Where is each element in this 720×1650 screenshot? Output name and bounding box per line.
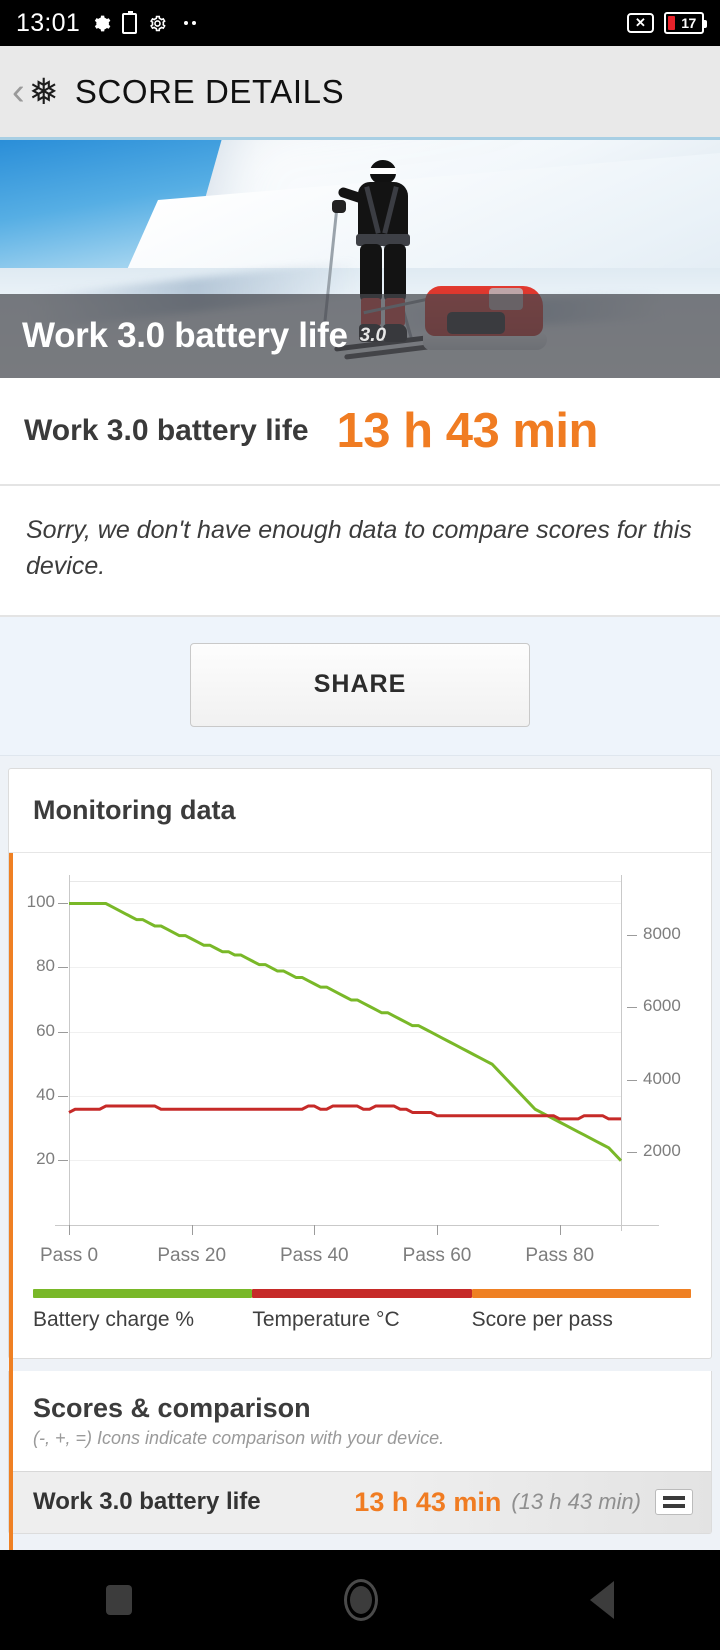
snowflake-icon: ❅	[28, 70, 59, 112]
back-button[interactable]: ‹	[8, 73, 29, 111]
legend-label-temperature: Temperature °C	[252, 1307, 400, 1331]
battery-saver-icon: +	[122, 10, 138, 34]
no-comparison-note: Sorry, we don't have enough data to comp…	[0, 486, 720, 617]
back-triangle-icon[interactable]	[590, 1581, 614, 1619]
equals-icon	[655, 1489, 693, 1515]
page-title: SCORE DETAILS	[74, 72, 345, 110]
chart-ytick-mark-right	[627, 1007, 637, 1009]
chart-ytick-left: 40	[36, 1084, 55, 1104]
monitoring-data-heading: Monitoring data	[9, 769, 711, 853]
scores-comparison-title: Scores & comparison	[33, 1392, 311, 1423]
hero-title: Work 3.0 battery life	[22, 316, 348, 355]
chart-ytick-left: 100	[26, 892, 55, 911]
chart-ytick-right: 8000	[643, 923, 681, 943]
status-bar-clock: 13:01	[16, 8, 81, 37]
status-bar: 13:01 + ✕ 17	[0, 0, 720, 46]
score-label: Work 3.0 battery life	[24, 414, 309, 447]
chart-xtick-label: Pass 20	[157, 1244, 227, 1266]
chart-gridline	[69, 1160, 621, 1162]
legend-swatch-temperature	[252, 1288, 472, 1298]
chart-axis-bottom	[55, 1224, 659, 1226]
chart-ytick-left: 60	[36, 1020, 55, 1040]
home-circle-icon[interactable]	[344, 1579, 378, 1621]
legend-item-temperature: Temperature °C	[252, 1288, 472, 1332]
legend-swatch-battery	[33, 1288, 253, 1298]
chart-ytick-right: 2000	[643, 1141, 681, 1161]
share-button[interactable]: SHARE	[190, 642, 530, 727]
chart-ytick-mark-left	[58, 1031, 68, 1033]
app-bar: ‹ ❅ SCORE DETAILS	[0, 46, 720, 140]
monitoring-data-card: Monitoring data 20 40 60 80 100 2000 4000 6000 8…	[8, 767, 712, 1650]
scores-comparison-subtitle: (-, +, =) Icons indicate comparison with…	[33, 1427, 445, 1448]
more-dots-icon	[184, 21, 197, 25]
chart-gridline	[69, 1095, 621, 1097]
comparison-row-value: 13 h 43 min	[354, 1486, 502, 1517]
chart-ytick-right: 6000	[643, 996, 681, 1016]
monitoring-chart[interactable]: 20 40 60 80 100 2000 4000 6000 8000 Pass 0 Pass 20…	[9, 852, 711, 1650]
chart-gridline	[69, 903, 621, 904]
app-screen: 13:01 + ✕ 17 ‹ ❅ SCORE DETAILS Work 3.0 …	[0, 0, 720, 1650]
system-nav-bar	[0, 1550, 720, 1650]
score-summary-row: Work 3.0 battery life 13 h 43 min	[0, 378, 720, 486]
gear-outline-icon	[148, 14, 167, 33]
no-comparison-note-text: Sorry, we don't have enough data to comp…	[26, 516, 692, 581]
chart-gridline	[69, 967, 621, 969]
chart-ytick-mark-right	[627, 934, 637, 936]
chart-gridline-top	[69, 880, 621, 882]
chart-axis-right	[621, 874, 622, 1231]
legend-item-battery: Battery charge %	[33, 1288, 253, 1332]
temperature-line	[68, 1104, 621, 1120]
share-section: SHARE	[0, 616, 720, 756]
chart-ytick-mark-left	[58, 903, 68, 904]
chart-ytick-mark-right	[627, 1079, 637, 1081]
chart-ytick-mark-left	[58, 967, 68, 969]
chart-xtick-mark	[69, 1224, 70, 1235]
chart-bar	[9, 852, 13, 1155]
chart-axis-left	[69, 874, 70, 1231]
chart-xtick-mark	[191, 1224, 193, 1235]
chart-ytick-left: 80	[36, 956, 55, 976]
scores-comparison-card: Scores & comparison (-, +, =) Icons indi…	[8, 1370, 712, 1534]
legend-label-battery: Battery charge %	[33, 1307, 195, 1331]
chart-ytick-mark-right	[627, 1152, 637, 1154]
chart-legend: Battery charge % Temperature °C Score pe…	[9, 1283, 711, 1358]
comparison-row-name: Work 3.0 battery life	[33, 1488, 261, 1515]
no-sim-icon: ✕	[627, 13, 654, 33]
chart-ytick-right: 4000	[643, 1068, 681, 1088]
hero-title-band: Work 3.0 battery life 3.0	[0, 294, 720, 378]
chart-ytick-left: 20	[36, 1149, 55, 1169]
score-value: 13 h 43 min	[336, 404, 599, 458]
legend-swatch-score	[471, 1288, 691, 1298]
status-bar-right-icons: ✕ 17	[627, 12, 707, 34]
chart-line-overlay	[68, 901, 623, 1162]
chart-xtick-label: Pass 60	[402, 1244, 472, 1266]
status-bar-left-icons: +	[92, 10, 197, 34]
recents-square-icon[interactable]	[106, 1585, 132, 1615]
comparison-row-reference: (13 h 43 min)	[511, 1489, 641, 1514]
hero-version-label: 3.0	[359, 325, 387, 346]
chart-xtick-label: Pass 0	[39, 1244, 99, 1266]
chart-ytick-mark-left	[58, 1095, 68, 1097]
hero-banner: Work 3.0 battery life 3.0	[0, 140, 720, 378]
chart-xtick-mark	[559, 1224, 561, 1235]
chart-xtick-label: Pass 80	[525, 1244, 595, 1266]
battery-icon: 17	[664, 12, 707, 34]
chart-ytick-mark-left	[58, 1160, 68, 1162]
chart-bar	[9, 1154, 13, 1473]
battery-percent-label: 17	[681, 15, 696, 31]
chart-xtick-mark	[437, 1224, 438, 1235]
legend-item-score: Score per pass	[471, 1288, 691, 1332]
comparison-row[interactable]: Work 3.0 battery life 13 h 43 min (13 h …	[9, 1470, 711, 1533]
chart-xtick-label: Pass 40	[279, 1244, 349, 1266]
chart-gridline	[69, 1031, 621, 1033]
legend-label-score: Score per pass	[471, 1307, 613, 1331]
chart-xtick-mark	[314, 1224, 316, 1235]
gear-icon	[92, 14, 111, 33]
